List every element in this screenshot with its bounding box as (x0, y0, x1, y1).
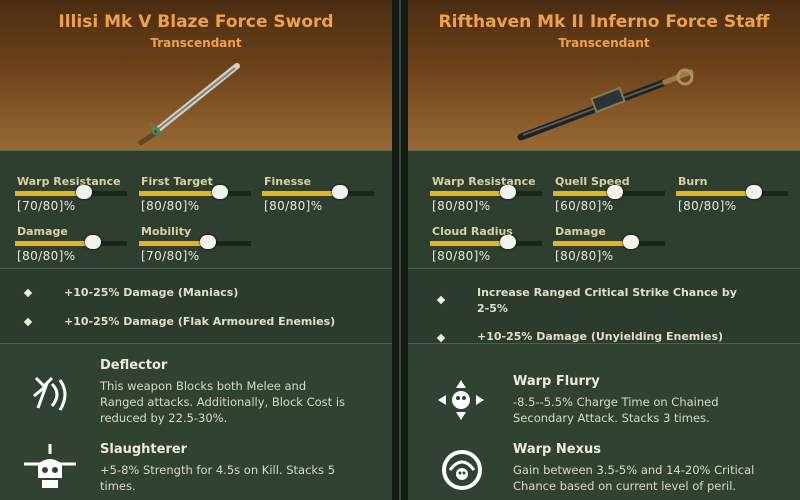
stat-fill (553, 191, 615, 196)
weapon-title: Illisi Mk V Blaze Force Sword (58, 12, 334, 32)
stat-quell-speed: Quell Speed [60/80]% (553, 161, 668, 213)
blessing-line: +10-25% Damage (Flak Armoured Enemies) (64, 315, 336, 328)
stat-value: [80/80]% (678, 199, 737, 213)
perk-desc-line: Ranged attacks. Additionally, Block Cost… (100, 395, 346, 409)
stat-label: First Target (141, 175, 213, 188)
stat-fill (430, 241, 509, 246)
perk-desc-line: Gain between 3.5-5% and 14-20% Critical (513, 463, 755, 477)
weapon-title: Rifthaven Mk II Inferno Force Staff (438, 12, 770, 32)
stat-knob[interactable] (623, 235, 640, 249)
perks-panel: Warp Flurry -8.5--5.5% Charge Time on Ch… (408, 343, 800, 500)
stat-bar (15, 235, 127, 249)
stat-cloud-radius: Cloud Radius [80/80]% (430, 211, 545, 263)
stat-label: Warp Resistance (17, 175, 121, 188)
stat-fill (430, 191, 509, 196)
perk-desc-line: Secondary Attack. Stacks 3 times. (513, 411, 710, 425)
weapon-card-right[interactable]: Rifthaven Mk II Inferno Force Staff Tran… (408, 0, 800, 500)
perks-panel: Deflector This weapon Blocks both Melee … (0, 343, 392, 500)
stat-label: Finesse (264, 175, 312, 188)
stat-fill (139, 241, 209, 246)
stat-knob[interactable] (746, 185, 763, 199)
stat-bar (139, 235, 251, 249)
stat-knob[interactable] (200, 235, 217, 249)
perk-title: Slaughterer (100, 442, 188, 457)
perk-desc-line: reduced by 22.5-30%. (100, 411, 228, 425)
bullet-diamond-icon (23, 317, 33, 327)
stat-mobility: Mobility [70/80]% (139, 211, 254, 263)
stat-value: [70/80]% (141, 249, 200, 263)
weapon-header: Illisi Mk V Blaze Force Sword Transcenda… (0, 0, 392, 150)
perk-desc-line: -8.5--5.5% Charge Time on Chained (513, 395, 719, 409)
stats-panel: Warp Resistance [70/80]% First Target [8… (0, 150, 392, 269)
stat-label: Warp Resistance (432, 175, 536, 188)
stat-damage: Damage [80/80]% (553, 211, 668, 263)
stat-label: Damage (555, 225, 606, 238)
stat-finesse: Finesse [80/80]% (262, 161, 377, 213)
stat-fill (15, 191, 85, 196)
stat-fill (553, 241, 632, 246)
stat-fill (262, 191, 341, 196)
blessing-line: 2-5% (477, 302, 508, 315)
blessing-line: Increase Ranged Critical Strike Chance b… (477, 286, 737, 299)
stat-fill (15, 241, 94, 246)
perk-desc-line: This weapon Blocks both Melee and (100, 379, 307, 393)
stat-bar (262, 185, 374, 199)
stat-knob[interactable] (500, 235, 517, 249)
warp-nexus-icon (442, 450, 482, 490)
stat-bar (676, 185, 788, 199)
warp-flurry-icon (438, 380, 484, 420)
weapon-rarity: Transcendant (558, 36, 650, 50)
stat-warp-resistance: Warp Resistance [80/80]% (430, 161, 545, 213)
stat-bar (15, 185, 127, 199)
blessings-panel: Increase Ranged Critical Strike Chance b… (408, 268, 800, 344)
perk-title: Deflector (100, 358, 168, 373)
perk-title: Warp Flurry (513, 374, 600, 389)
perk-title: Warp Nexus (513, 442, 601, 457)
stat-knob[interactable] (76, 185, 93, 199)
bullet-diamond-icon (23, 288, 33, 298)
stat-value: [80/80]% (555, 249, 614, 263)
stat-label: Cloud Radius (432, 225, 513, 238)
stat-label: Damage (17, 225, 68, 238)
stat-knob[interactable] (332, 185, 349, 199)
stat-bar (430, 185, 542, 199)
stat-warp-resistance: Warp Resistance [70/80]% (15, 161, 130, 213)
perk-desc-line: Chance based on current level of peril. (513, 479, 737, 493)
perk-desc-line: times. (100, 479, 136, 493)
card-divider (392, 0, 408, 500)
stat-knob[interactable] (211, 185, 228, 199)
stat-bar (553, 185, 665, 199)
deflector-icon (33, 376, 67, 411)
weapon-header: Rifthaven Mk II Inferno Force Staff Tran… (408, 0, 800, 150)
stats-panel: Warp Resistance [80/80]% Quell Speed [60… (408, 150, 800, 269)
weapon-rarity: Transcendant (150, 36, 242, 50)
blessings-panel: +10-25% Damage (Maniacs) +10-25% Damage … (0, 268, 392, 344)
stat-knob[interactable] (85, 235, 102, 249)
bullet-diamond-icon (436, 333, 446, 343)
bullet-diamond-icon (436, 295, 446, 305)
stat-fill (139, 191, 220, 196)
blessing-line: +10-25% Damage (Maniacs) (64, 286, 239, 299)
stat-value: [80/80]% (264, 199, 323, 213)
skull-icon (24, 444, 76, 488)
stat-first-target: First Target [80/80]% (139, 161, 254, 213)
stat-bar (553, 235, 665, 249)
stat-knob[interactable] (500, 185, 517, 199)
stat-label: Burn (678, 175, 708, 188)
stat-value: [80/80]% (432, 249, 491, 263)
force-sword-icon (137, 63, 240, 145)
stat-value: [80/80]% (17, 249, 76, 263)
perk-desc-line: +5-8% Strength for 4.5s on Kill. Stacks … (100, 463, 336, 477)
stat-knob[interactable] (606, 185, 623, 199)
stat-label: Mobility (141, 225, 192, 238)
weapon-comparison: Illisi Mk V Blaze Force Sword Transcenda… (0, 0, 800, 500)
stat-bar (139, 185, 251, 199)
weapon-card-left[interactable]: Illisi Mk V Blaze Force Sword Transcenda… (0, 0, 392, 500)
stat-burn: Burn [80/80]% (676, 161, 791, 213)
force-staff-icon (517, 68, 694, 141)
stat-damage: Damage [80/80]% (15, 211, 130, 263)
stat-bar (430, 235, 542, 249)
stat-fill (676, 191, 755, 196)
